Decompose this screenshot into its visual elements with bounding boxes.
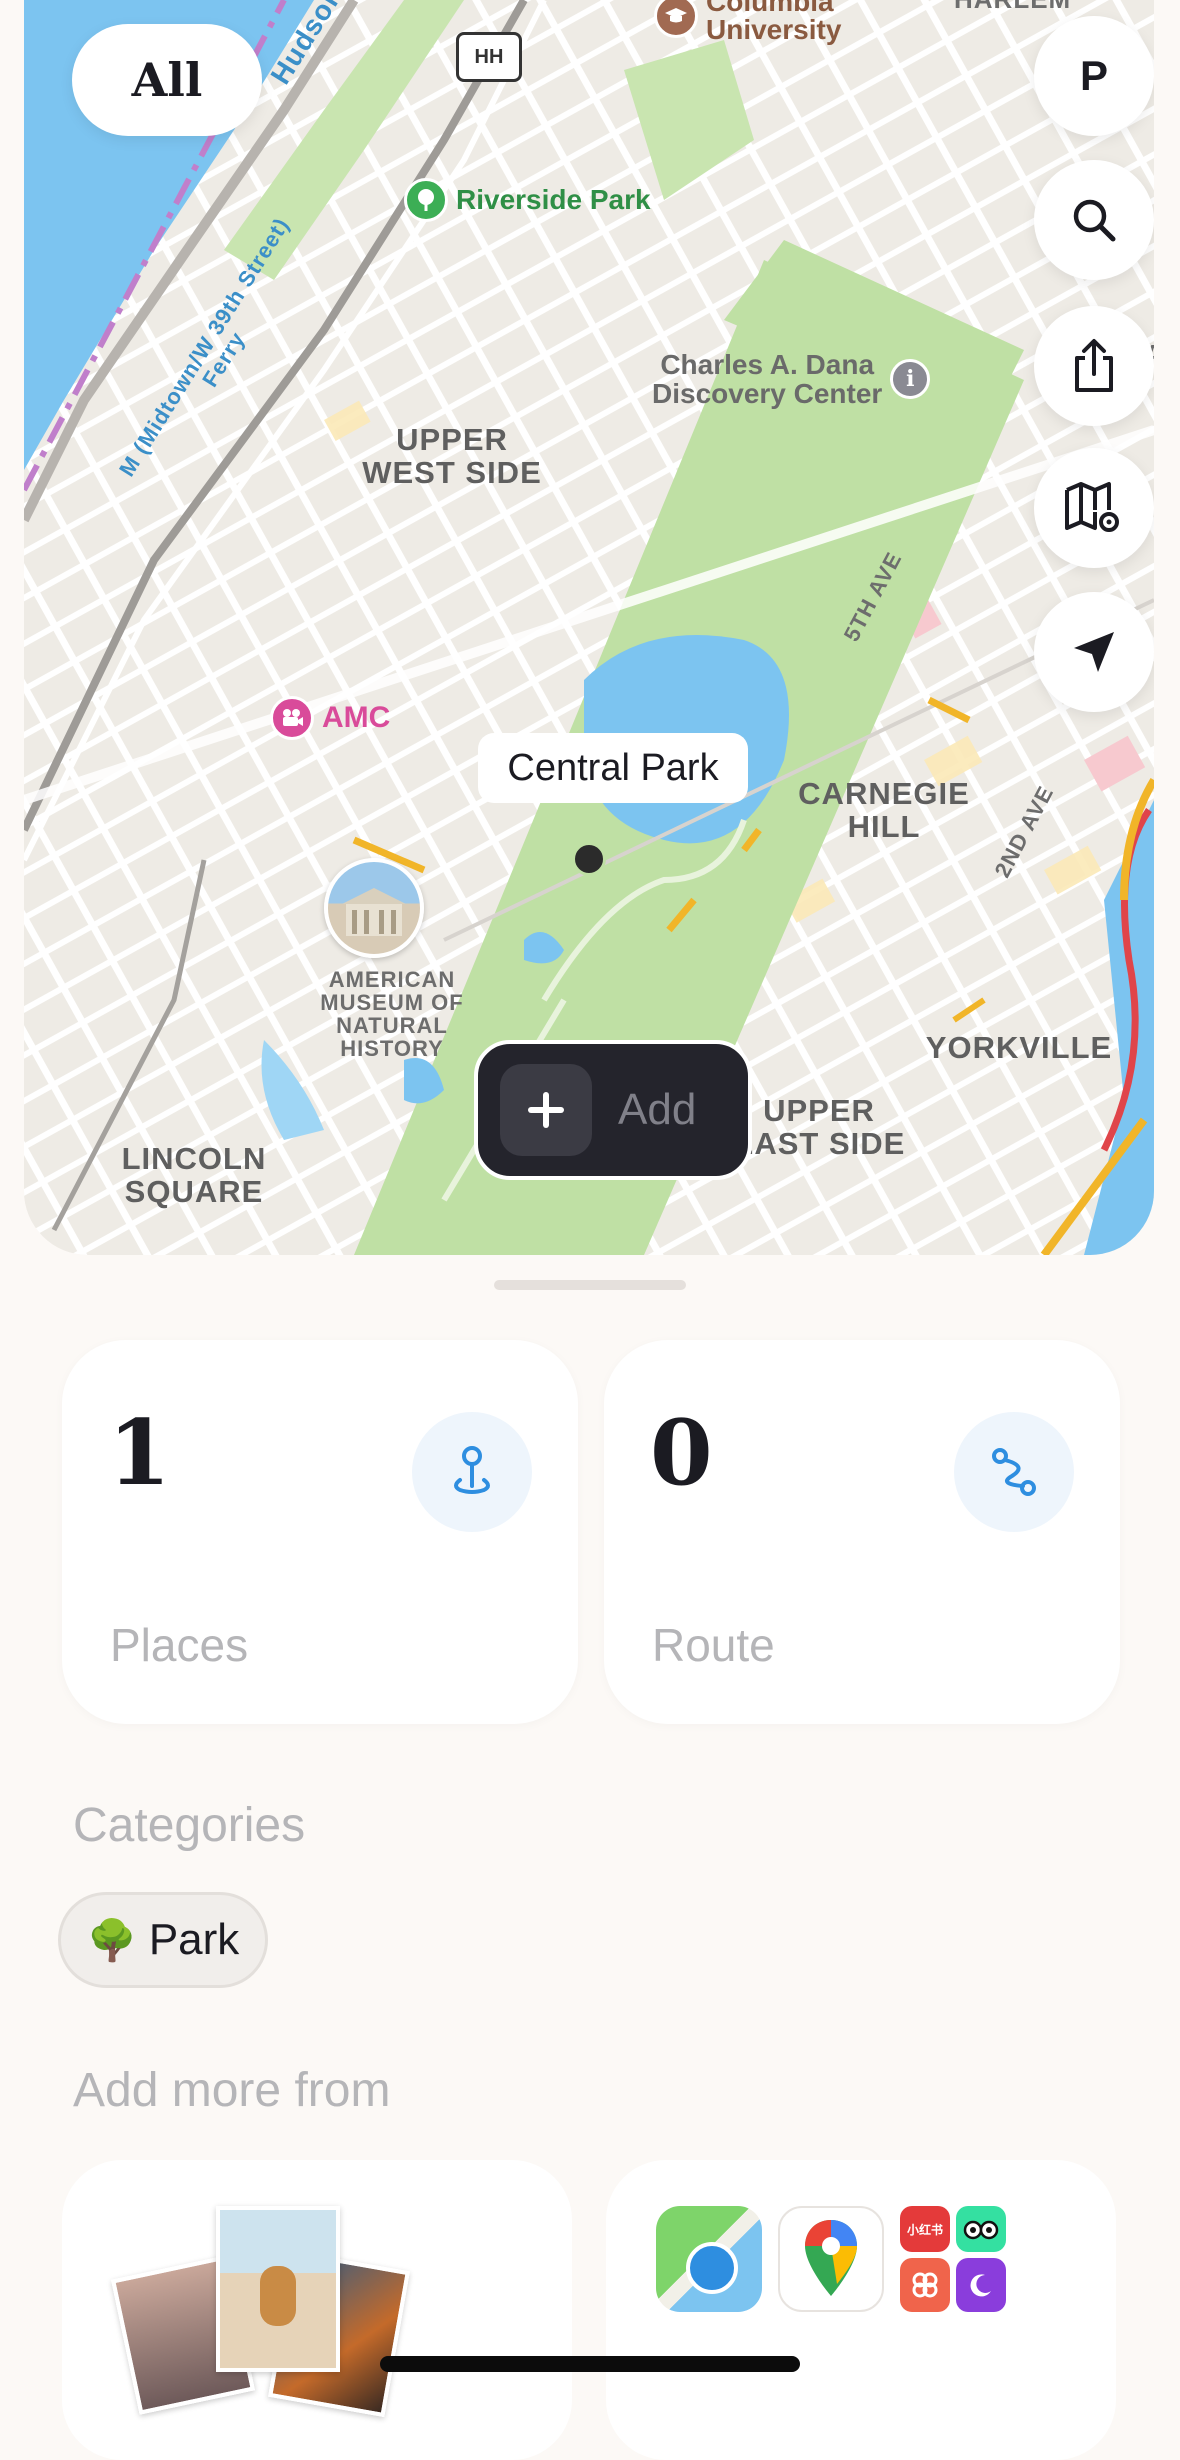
label-lincoln-square: LINCOLN SQUARE — [84, 1141, 304, 1209]
label-amnh: AMERICAN MUSEUM OF NATURAL HISTORY — [292, 968, 492, 1060]
places-card[interactable]: 1 Places — [62, 1340, 578, 1724]
poi-label: Riverside Park — [456, 184, 651, 215]
label-line: HILL — [847, 808, 921, 844]
highway-shield-icon: HH — [456, 32, 522, 82]
profile-button[interactable]: P — [1034, 16, 1154, 136]
profile-letter: P — [1079, 52, 1108, 99]
info-icon: i — [890, 359, 931, 400]
category-chip-park[interactable]: 🌳 Park — [58, 1892, 269, 1988]
add-place-button[interactable]: Add — [474, 1040, 752, 1180]
chip-label: Park — [148, 1915, 240, 1964]
poi-columbia[interactable]: Columbia University — [654, 0, 841, 44]
plus-icon — [500, 1064, 592, 1156]
photo-collage-icon — [110, 2206, 410, 2418]
shield-text: HH — [474, 45, 504, 68]
pin-icon — [412, 1412, 532, 1532]
tripadvisor-icon — [956, 2206, 1006, 2252]
location-arrow-icon — [1074, 632, 1114, 672]
poi-riverside-park[interactable]: Riverside Park — [404, 178, 651, 222]
route-count: 0 — [650, 1400, 713, 1506]
label-line: NATURAL — [336, 1013, 448, 1039]
sheet-grabber[interactable] — [494, 1280, 686, 1290]
poi-dana-center[interactable]: Charles A. Dana Discovery Center i — [652, 349, 931, 410]
route-icon — [954, 1412, 1074, 1532]
label-line: HISTORY — [340, 1036, 444, 1062]
poi-label: AMC — [322, 701, 391, 734]
museum-icon — [342, 888, 406, 936]
label-yorkville: YORKVILLE — [904, 1030, 1134, 1065]
label-harlem: HARLEM — [954, 0, 1071, 13]
map-settings-icon — [1065, 482, 1119, 532]
map-view[interactable]: UPPER WEST SIDE CARNEGIE HILL YORKVILLE … — [24, 0, 1154, 1255]
share-button[interactable] — [1034, 306, 1154, 426]
source-photos-card[interactable] — [62, 2160, 572, 2460]
tree-icon: 🌳 — [87, 1918, 137, 1963]
xiaohongshu-icon: 小红书 — [900, 2206, 950, 2252]
label-line: MUSEUM OF — [320, 990, 464, 1016]
poi-label: Charles A. Dana — [660, 349, 875, 380]
flower-app-icon — [900, 2258, 950, 2312]
poi-label: University — [706, 14, 842, 45]
route-label: Route — [652, 1619, 775, 1671]
home-indicator[interactable] — [380, 2356, 800, 2372]
label-upper-west-side: UPPER WEST SIDE — [342, 422, 562, 490]
selected-place-label[interactable]: Central Park — [478, 733, 748, 803]
places-label: Places — [110, 1619, 249, 1671]
route-card[interactable]: 0 Route — [604, 1340, 1120, 1724]
label-line: YORKVILLE — [925, 1030, 1113, 1065]
label-line: AMERICAN — [328, 967, 456, 992]
label-line: WEST SIDE — [362, 454, 542, 490]
label-line: LINCOLN — [121, 1141, 267, 1176]
places-count: 1 — [108, 1400, 171, 1506]
map-settings-button[interactable] — [1034, 448, 1154, 568]
search-icon — [1073, 199, 1116, 242]
categories-title: Categories — [73, 1799, 306, 1852]
tree-icon — [404, 178, 448, 222]
add-label: Add — [618, 1085, 697, 1134]
graduation-cap-icon — [654, 0, 698, 38]
label-line: CARNEGIE — [798, 776, 970, 811]
apple-maps-icon — [656, 2206, 762, 2312]
xiaohongshu-tripadvisor-icons: 小红书 — [900, 2206, 1006, 2312]
movie-camera-icon — [270, 696, 314, 740]
source-map-apps-card[interactable]: 小红书 — [606, 2160, 1116, 2460]
poi-label: Discovery Center — [652, 378, 883, 410]
label-carnegie-hill: CARNEGIE HILL — [774, 776, 994, 844]
add-more-title: Add more from — [73, 2064, 391, 2117]
museum-photo-marker[interactable] — [324, 858, 424, 958]
poi-amc[interactable]: AMC — [270, 696, 390, 740]
locate-me-button[interactable] — [1034, 592, 1154, 712]
filter-all-button[interactable]: All — [72, 24, 262, 136]
xhs-text: 小红书 — [906, 2222, 943, 2237]
share-icon — [1075, 339, 1113, 392]
search-button[interactable] — [1034, 160, 1154, 280]
label-line: SQUARE — [124, 1173, 264, 1209]
selected-place-pin[interactable] — [572, 842, 606, 876]
google-maps-icon — [778, 2206, 884, 2312]
moon-app-icon — [956, 2258, 1006, 2312]
label-line: UPPER — [396, 422, 508, 457]
